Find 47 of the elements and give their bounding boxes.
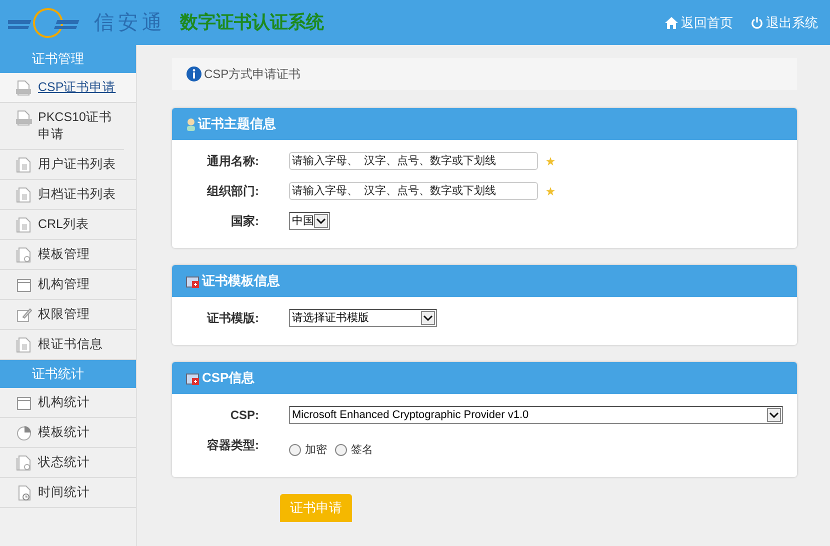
- radio-option[interactable]: 加密: [289, 442, 327, 458]
- home-icon: [665, 16, 678, 28]
- dropdown-select[interactable]: 中国: [289, 212, 330, 230]
- sidebar-item[interactable]: 模板管理: [0, 240, 136, 270]
- field-label: 通用名称:: [206, 153, 259, 170]
- text-input-field[interactable]: 请输入字母、 汉字、点号、数字或下划线: [289, 152, 538, 170]
- document-icon: [16, 157, 32, 173]
- system-title: 数字证书认证系统: [180, 11, 324, 34]
- field-label: 证书模版:: [206, 310, 259, 327]
- radio-button-icon: [289, 444, 301, 456]
- sidebar-item[interactable]: 机构统计: [0, 388, 136, 418]
- certificate-icon: [186, 274, 200, 288]
- sidebar-item[interactable]: PKCS10证书申请: [0, 103, 124, 150]
- certificate-icon: [186, 372, 200, 384]
- pencil-icon: [16, 307, 32, 323]
- sidebar-item[interactable]: 权限管理: [0, 300, 136, 330]
- sidebar-item[interactable]: 模板统计: [0, 418, 136, 448]
- power-icon: [751, 16, 763, 28]
- field-label: 容器类型:: [206, 437, 259, 454]
- radio-option[interactable]: 签名: [335, 442, 373, 458]
- person-icon: [186, 118, 196, 130]
- sidebar-item[interactable]: CRL列表: [0, 210, 136, 240]
- sidebar-item[interactable]: 归档证书列表: [0, 180, 136, 210]
- window-icon: [16, 277, 32, 293]
- panel-title: 证书模板信息: [202, 272, 280, 290]
- sidebar-item[interactable]: 时间统计: [0, 478, 136, 508]
- sidebar-item[interactable]: 状态统计: [0, 448, 136, 478]
- sidebar-item[interactable]: 用户证书列表: [0, 150, 136, 180]
- sidebar-item[interactable]: CSP证书申请: [0, 73, 136, 103]
- radio-button-icon: [335, 444, 347, 456]
- info-icon: [186, 66, 202, 82]
- document-icon: [16, 217, 32, 233]
- pie-chart-icon: [16, 425, 32, 441]
- panel-title: 证书主题信息: [198, 115, 276, 134]
- dropdown-select[interactable]: Microsoft Enhanced Cryptographic Provider v1.0: [289, 406, 783, 424]
- window-icon: [16, 395, 32, 411]
- document-icon: [16, 187, 32, 203]
- panel-title: CSP信息: [202, 369, 255, 388]
- field-label: 国家:: [230, 213, 259, 230]
- document-icon: [16, 337, 32, 353]
- field-label: CSP:: [229, 407, 259, 424]
- breadcrumb-text: CSP方式申请证书: [204, 66, 301, 83]
- dropdown-select[interactable]: 请选择证书模版: [289, 309, 437, 327]
- document-clock-icon: [16, 485, 32, 501]
- field-label: 组织部门:: [206, 183, 259, 200]
- sidebar-item[interactable]: 机构管理: [0, 270, 136, 300]
- text-input-field[interactable]: 请输入字母、 汉字、点号、数字或下划线: [289, 182, 538, 200]
